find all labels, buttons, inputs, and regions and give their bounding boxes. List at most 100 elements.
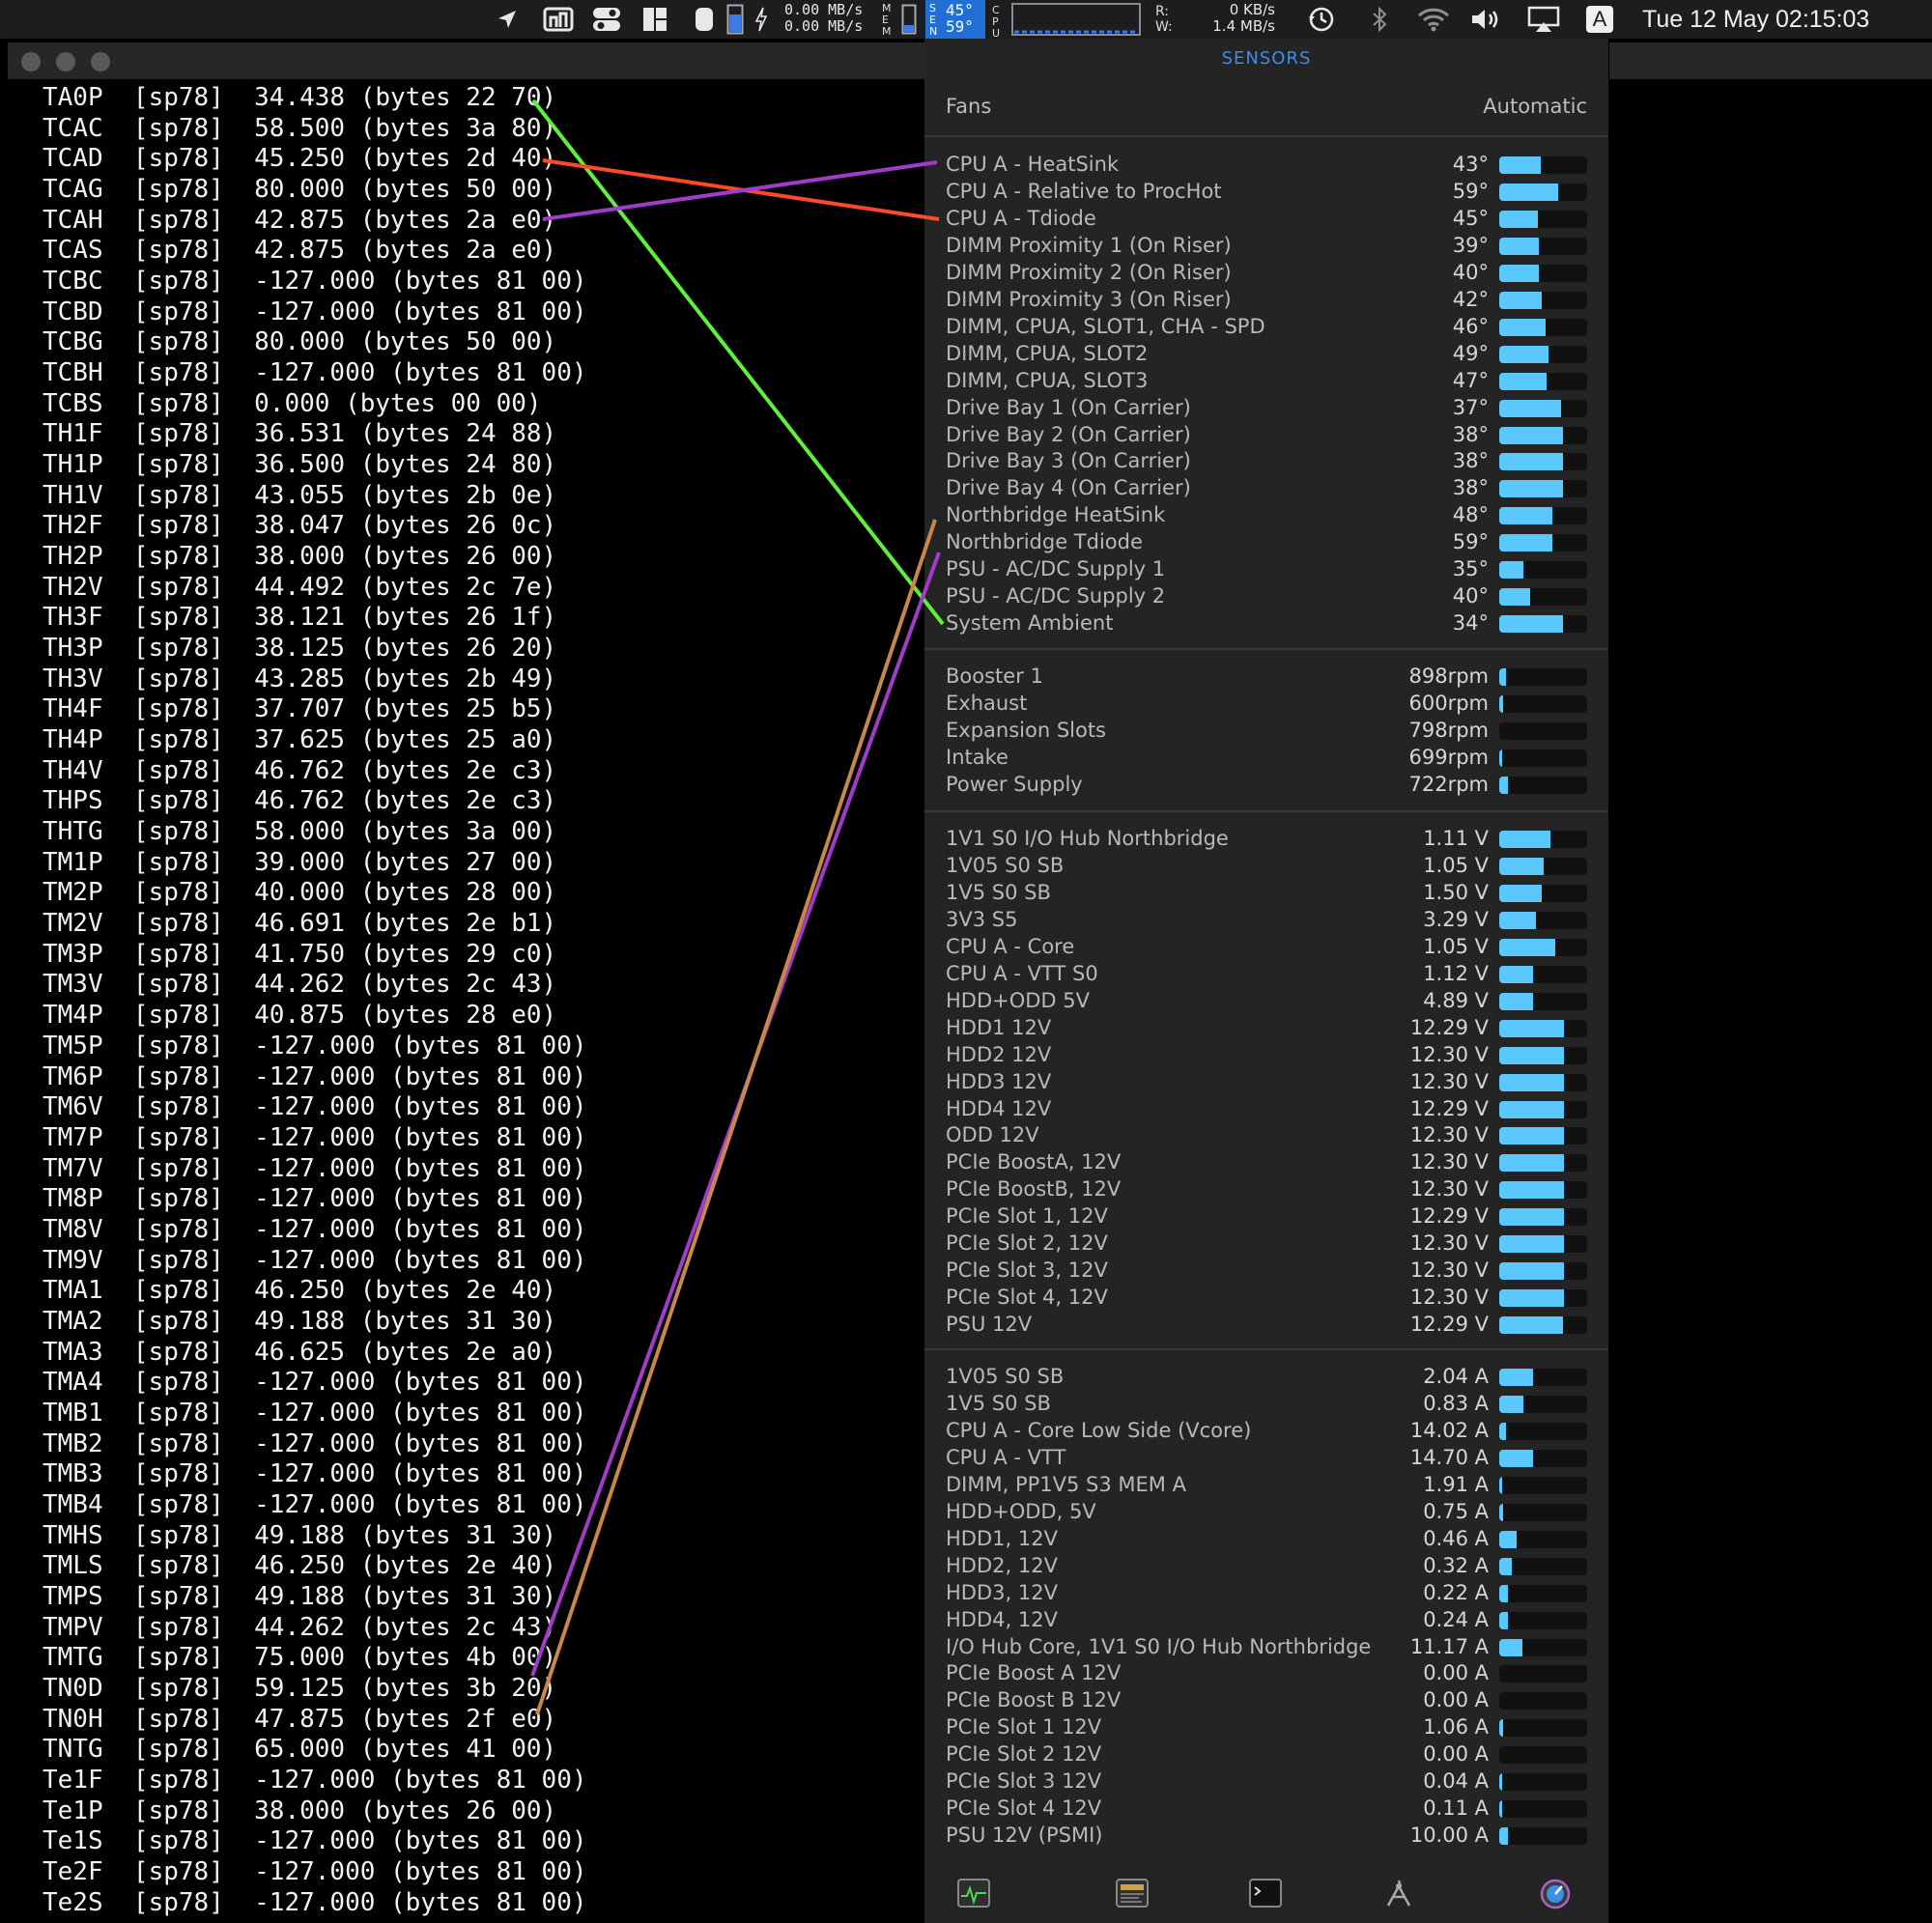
sensor-row[interactable]: Drive Bay 3 (On Carrier) 38° [946,447,1587,474]
sensor-row[interactable]: Drive Bay 1 (On Carrier) 37° [946,394,1587,421]
sensor-row[interactable]: PCIe Slot 3 12V 0.04 A [946,1767,1587,1795]
sensor-row[interactable]: Drive Bay 4 (On Carrier) 38° [946,474,1587,501]
sensor-row[interactable]: Power Supply 722rpm [946,771,1587,798]
cpu-graph[interactable] [1010,0,1142,39]
sensor-row[interactable]: PSU - AC/DC Supply 2 40° [946,582,1587,609]
sensor-row[interactable]: CPU A - Tdiode 45° [946,205,1587,232]
terminal-title-bar[interactable] [8,42,925,79]
sensor-row[interactable]: PSU - AC/DC Supply 1 35° [946,555,1587,582]
sensor-row[interactable]: DIMM, CPUA, SLOT3 47° [946,367,1587,394]
memory-bar-icon[interactable] [896,0,922,39]
fans-mode-selector[interactable]: Automatic [1483,95,1587,118]
sensor-row[interactable]: CPU A - Core Low Side (Vcore) 14.02 A [946,1417,1587,1444]
sensor-menu-item[interactable]: SEN 45° 59° [925,0,985,39]
istat-graph-icon[interactable] [539,0,578,39]
window-layout-icon[interactable] [638,0,672,39]
sensor-row[interactable]: HDD2, 12V 0.32 A [946,1552,1587,1579]
menu-clock[interactable]: Tue 12 May 02:15:03 [1642,0,1869,39]
sensor-row[interactable]: PCIe Boost B 12V 0.00 A [946,1686,1587,1713]
sensor-row[interactable]: ODD 12V 12.30 V [946,1121,1587,1148]
sensor-row[interactable]: PCIe Slot 3, 12V 12.30 V [946,1257,1587,1284]
sensor-row[interactable]: DIMM, CPUA, SLOT2 49° [946,340,1587,367]
airplay-icon[interactable] [1522,0,1565,39]
sensor-bar-fill [1499,480,1563,498]
sensor-bar-fill [1499,749,1502,767]
sensor-bar [1499,237,1587,255]
sensor-name: Drive Bay 2 (On Carrier) [946,422,1191,446]
sensor-row[interactable]: 1V1 S0 I/O Hub Northbridge 1.11 V [946,825,1587,852]
bluetooth-icon[interactable] [1360,0,1399,39]
terminal-output[interactable]: TA0P [sp78] 34.438 (bytes 22 70) TCAC [sp… [43,83,587,1918]
sensor-row[interactable]: 1V5 S0 SB 1.50 V [946,879,1587,906]
wifi-icon[interactable] [1412,0,1455,39]
sensor-row[interactable]: DIMM Proximity 2 (On Riser) 40° [946,259,1587,286]
sensor-row[interactable]: HDD2 12V 12.30 V [946,1041,1587,1068]
terminal-line: TM4P [sp78] 40.875 (bytes 28 e0) [43,1001,557,1031]
sensor-row[interactable]: PSU 12V 12.29 V [946,1311,1587,1338]
sensor-row[interactable]: 1V5 S0 SB 0.83 A [946,1390,1587,1417]
sensor-bar [1499,1773,1587,1792]
close-button[interactable] [21,52,41,71]
sensor-row[interactable]: CPU A - VTT S0 1.12 V [946,960,1587,987]
sensor-row[interactable]: HDD+ODD, 5V 0.75 A [946,1498,1587,1525]
minimize-button[interactable] [56,52,75,71]
sensor-row[interactable]: PCIe Slot 1 12V 1.06 A [946,1713,1587,1740]
sensor-row[interactable]: DIMM, CPUA, SLOT1, CHA - SPD 46° [946,313,1587,340]
sensor-row[interactable]: HDD4 12V 12.29 V [946,1095,1587,1122]
console-icon[interactable] [1116,1879,1149,1911]
sensor-row[interactable]: CPU A - Core 1.05 V [946,933,1587,960]
sensor-row[interactable]: PCIe Slot 2, 12V 12.30 V [946,1230,1587,1257]
disk-speed[interactable]: 0 KB/s 1.4 MB/s [1204,2,1275,35]
terminal-line: TN0H [sp78] 47.875 (bytes 2f e0) [43,1704,557,1734]
sensor-row[interactable]: Expansion Slots 798rpm [946,717,1587,744]
activity-monitor-icon[interactable] [957,1879,990,1911]
sensor-row[interactable]: PCIe Slot 1, 12V 12.29 V [946,1202,1587,1230]
sensor-row[interactable]: HDD+ODD 5V 4.89 V [946,987,1587,1014]
sensor-bar [1499,1316,1587,1335]
toggle-switch-icon[interactable] [587,0,626,39]
sensor-row[interactable]: Intake 699rpm [946,744,1587,771]
sensor-row[interactable]: PCIe Boost A 12V 0.00 A [946,1659,1587,1686]
sensor-row[interactable]: PSU 12V (PSMI) 10.00 A [946,1822,1587,1849]
sensor-row[interactable]: Northbridge HeatSink 48° [946,501,1587,528]
sensor-row[interactable]: PCIe Slot 2 12V 0.00 A [946,1740,1587,1767]
sensor-row[interactable]: HDD3 12V 12.30 V [946,1068,1587,1095]
sensor-row[interactable]: 1V05 S0 SB 1.05 V [946,852,1587,879]
sensor-row[interactable]: 3V3 S5 3.29 V [946,906,1587,933]
sensor-row[interactable]: CPU A - HeatSink 43° [946,151,1587,178]
sensor-row[interactable]: PCIe BoostA, 12V 12.30 V [946,1148,1587,1175]
sensor-row[interactable]: HDD1 12V 12.29 V [946,1014,1587,1041]
sensor-row[interactable]: DIMM Proximity 1 (On Riser) 39° [946,232,1587,259]
volume-icon[interactable] [1464,0,1507,39]
sensor-row[interactable]: HDD4, 12V 0.24 A [946,1606,1587,1633]
memory-meter-icon[interactable] [723,0,748,39]
sensor-row[interactable]: Drive Bay 2 (On Carrier) 38° [946,421,1587,448]
sensor-row[interactable]: CPU A - VTT 14.70 A [946,1444,1587,1471]
sensor-row[interactable]: Northbridge Tdiode 59° [946,528,1587,555]
sensor-row[interactable]: Exhaust 600rpm [946,690,1587,717]
location-icon[interactable] [488,0,526,39]
network-up: 0.00 MB/s [784,1,864,18]
background-window-title-bar[interactable] [1609,42,1932,79]
keyboard-input-icon[interactable]: A [1584,0,1615,39]
system-info-icon[interactable] [1382,1879,1415,1913]
sensor-row[interactable]: 1V05 S0 SB 2.04 A [946,1363,1587,1390]
network-speed[interactable]: 0.00 MB/s 0.00 MB/s [784,2,863,35]
sensor-row[interactable]: System Ambient 34° [946,609,1587,636]
sensor-row[interactable]: PCIe Slot 4 12V 0.11 A [946,1795,1587,1822]
sensor-row[interactable]: CPU A - Relative to ProcHot 59° [946,178,1587,205]
gpu-icon[interactable] [688,0,721,39]
sensor-row[interactable]: HDD3, 12V 0.22 A [946,1579,1587,1606]
time-machine-icon[interactable] [1302,0,1341,39]
disk-utility-icon[interactable] [1539,1879,1572,1913]
sensor-row[interactable]: PCIe BoostB, 12V 12.30 V [946,1175,1587,1202]
terminal-line: TA0P [sp78] 34.438 (bytes 22 70) [43,83,557,112]
sensor-row[interactable]: DIMM, PP1V5 S3 MEM A 1.91 A [946,1471,1587,1498]
zoom-button[interactable] [91,52,110,71]
sensor-row[interactable]: Booster 1 898rpm [946,663,1587,690]
sensor-row[interactable]: DIMM Proximity 3 (On Riser) 42° [946,286,1587,313]
sensor-row[interactable]: I/O Hub Core, 1V1 S0 I/O Hub Northbridge… [946,1633,1587,1660]
sensor-row[interactable]: HDD1, 12V 0.46 A [946,1525,1587,1552]
terminal-icon[interactable] [1249,1879,1282,1911]
sensor-row[interactable]: PCIe Slot 4, 12V 12.30 V [946,1284,1587,1311]
